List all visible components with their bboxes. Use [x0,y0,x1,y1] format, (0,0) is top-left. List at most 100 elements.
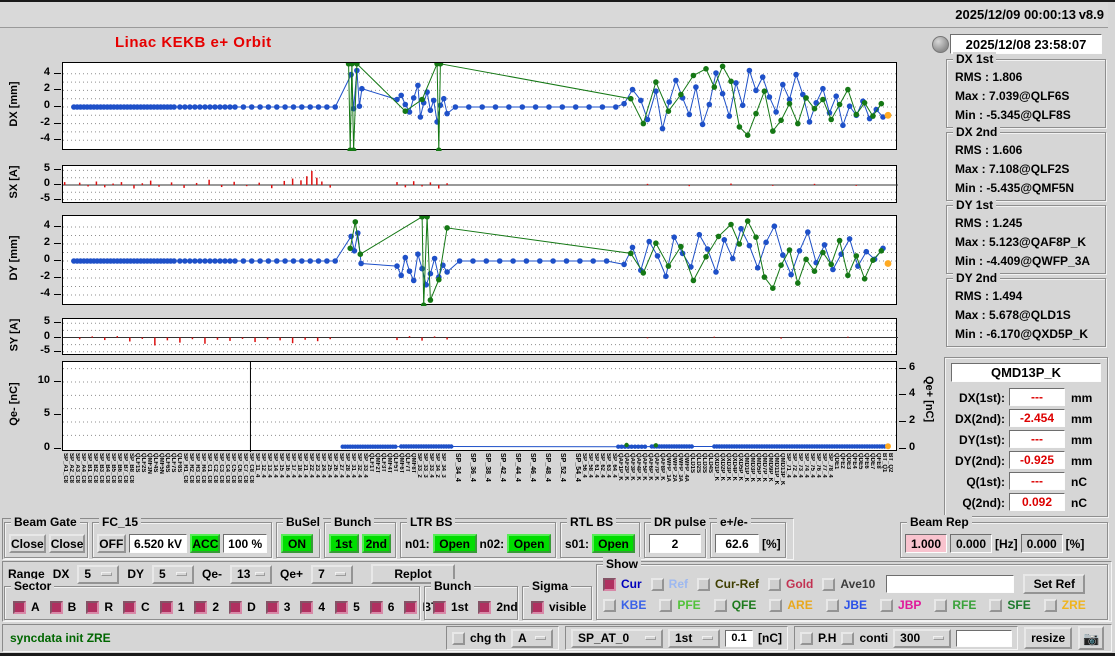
ratio-field[interactable]: 62.6 [715,534,759,553]
show-item-sfe-label: SFE [1007,598,1031,612]
bunch-checks-group-item-1st[interactable]: 1st [433,600,468,614]
ph-checkbox-box[interactable] [800,631,813,645]
show-item-cur-box[interactable] [603,577,616,591]
show-item-cur-ref-box[interactable] [697,577,711,591]
range-qe--dropdown[interactable]: 13 [230,564,273,584]
beam-rep-set-field[interactable]: 1.000 [905,534,947,553]
rtl-s01-open-button[interactable]: Open [592,534,635,553]
range-dx-dropdown[interactable]: 5 [77,564,120,584]
show-item-ave10[interactable]: Ave10 [822,577,875,591]
sector-group-item-3[interactable]: 3 [265,600,290,614]
sector-group-item-5-box[interactable] [335,600,349,614]
ref-name-input[interactable] [886,575,1015,593]
dr-pulse-field[interactable]: 2 [649,534,701,553]
sector-group-item-4-box[interactable] [300,600,314,614]
show-item-sfe-box[interactable] [989,598,1003,612]
show-item-rfe-box[interactable] [934,598,948,612]
bunch-2nd-button[interactable]: 2nd [361,534,391,553]
extra-input[interactable] [956,629,1013,647]
points-dropdown[interactable]: 300 [893,628,952,648]
resize-button[interactable]: resize [1024,627,1073,649]
beam-gate-close-2-button[interactable]: Close [48,534,86,553]
plot-sx[interactable] [62,165,898,203]
bunch-checks-group-item-2nd-box[interactable] [478,600,492,614]
fc15-acc-button[interactable]: ACC [190,534,221,553]
sector-group-item-2[interactable]: 2 [194,600,219,614]
chg-th-checkbox-box[interactable] [452,631,465,645]
sector-group-item-4[interactable]: 4 [300,600,325,614]
show-item-gold[interactable]: Gold [768,577,813,591]
sector-group-item-1[interactable]: 1 [159,600,184,614]
show-item-cur-ref[interactable]: Cur-Ref [697,577,759,591]
show-item-qfe-box[interactable] [713,598,727,612]
busel-on-button[interactable]: ON [281,534,313,553]
sigma-group-item-visible[interactable]: visible [531,600,586,614]
show-item-are[interactable]: ARE [769,598,813,612]
conti-checkbox-box[interactable] [841,631,855,645]
sector-group-item-a[interactable]: A [13,600,40,614]
plot-dy[interactable] [62,214,898,308]
ltr-n02-open-button[interactable]: Open [507,534,551,553]
sp-dropdown[interactable]: SP_AT_0 [571,628,663,648]
sector-group-item-2-box[interactable] [194,600,208,614]
snapshot-button[interactable]: 📷 [1078,626,1105,650]
conti-checkbox[interactable]: conti [841,631,888,645]
sigma-group-item-visible-box[interactable] [531,600,544,614]
bunch-checks-group-item-1st-box[interactable] [433,600,446,614]
show-item-zre[interactable]: ZRE [1043,598,1086,612]
show-item-pfe-box[interactable] [659,598,673,612]
show-item-are-box[interactable] [769,598,783,612]
sector-group-item-c[interactable]: C [123,600,150,614]
show-item-sfe[interactable]: SFE [989,598,1031,612]
range-dy-dropdown[interactable]: 5 [152,564,195,584]
show-item-jbe-box[interactable] [825,598,839,612]
bunch-checks-group-item-2nd[interactable]: 2nd [478,600,518,614]
ltr-n01-open-button[interactable]: Open [432,534,477,553]
segment-dropdown[interactable]: A [511,628,553,648]
show-item-rfe[interactable]: RFE [934,598,976,612]
show-item-jbp-box[interactable] [880,598,894,612]
sector-group-item-bt-box[interactable] [404,600,418,614]
plot-dx[interactable] [62,61,898,153]
y-axis-title: Qe- [nC] [8,382,20,426]
show-item-qfe[interactable]: QFE [713,598,756,612]
show-item-jbe[interactable]: JBE [825,598,867,612]
range-item-label: Qe+ [280,567,304,581]
sector-group-item-6-box[interactable] [369,600,383,614]
show-item-cur[interactable]: Cur [603,577,642,591]
sector-group-item-b-box[interactable] [49,600,63,614]
sector-group-item-r[interactable]: R [86,600,113,614]
sector-group-items: A B R C 1 2 D 3 4 5 6 BT [5,587,438,617]
fc15-off-button[interactable]: OFF [97,534,126,553]
show-item-ref-box[interactable] [650,577,664,591]
show-item-ref[interactable]: Ref [650,577,688,591]
threshold-input[interactable]: 0.1 [725,629,753,647]
sector-group-item-c-box[interactable] [123,600,137,614]
beam-gate-close-1-button[interactable]: Close [9,534,46,553]
sector-group-item-a-box[interactable] [13,600,26,614]
sector-group-item-6[interactable]: 6 [369,600,394,614]
range-qe+-dropdown[interactable]: 7 [311,564,354,584]
ph-checkbox[interactable]: P.H [800,631,836,645]
plot-sy[interactable] [62,318,898,355]
chg-th-checkbox[interactable]: chg th [452,631,506,645]
bunch-1st-button[interactable]: 1st [329,534,359,553]
sector-group-item-r-box[interactable] [86,600,100,614]
sector-group-item-b[interactable]: B [49,600,76,614]
sector-group-item-d-box[interactable] [229,600,243,614]
sector-group-item-5[interactable]: 5 [335,600,360,614]
show-item-jbp[interactable]: JBP [880,598,921,612]
sector-group-item-1-box[interactable] [159,600,173,614]
bunch-dropdown[interactable]: 1st [668,628,720,648]
ratio-unit-label: [%] [762,536,781,551]
set-ref-button[interactable]: Set Ref [1023,574,1086,594]
show-item-pfe[interactable]: PFE [659,598,701,612]
plot-q[interactable] [62,361,898,452]
show-item-kbe[interactable]: KBE [603,598,646,612]
sector-group-item-3-box[interactable] [265,600,279,614]
show-item-kbe-box[interactable] [603,598,616,612]
show-item-zre-box[interactable] [1043,598,1057,612]
sector-group-item-d[interactable]: D [229,600,256,614]
show-item-gold-box[interactable] [768,577,782,591]
show-item-ave10-box[interactable] [822,577,836,591]
